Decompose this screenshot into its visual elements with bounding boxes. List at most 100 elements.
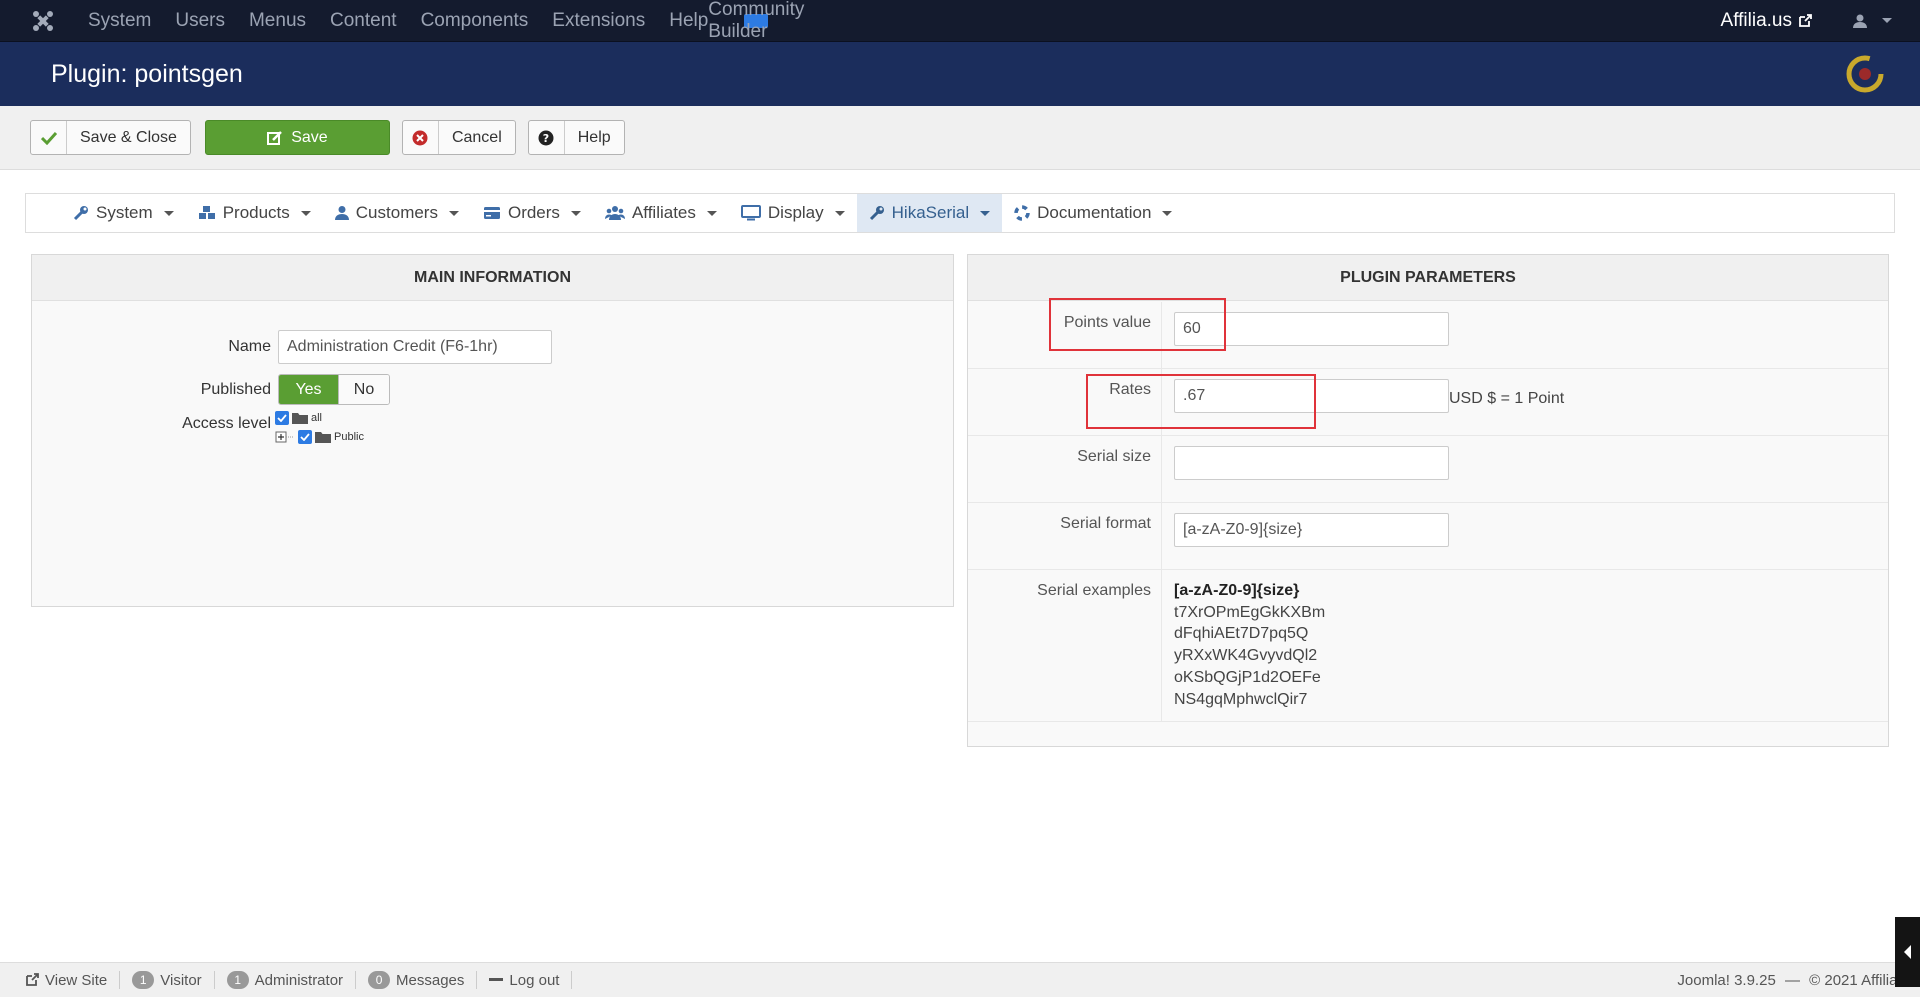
- monitor-icon: [740, 205, 761, 221]
- question-circle-icon: ?: [529, 121, 565, 154]
- visitor-label: Visitor: [160, 971, 202, 989]
- chevron-down-icon: [300, 210, 311, 216]
- cm-products-label: Products: [222, 203, 290, 222]
- chevron-down-icon: [980, 210, 991, 216]
- page-header: Plugin: pointsgen: [0, 42, 1920, 106]
- cm-products[interactable]: Products: [186, 194, 323, 232]
- wrench-icon: [73, 206, 88, 221]
- check-icon: [31, 121, 67, 154]
- chevron-down-icon: [834, 210, 845, 216]
- serial-size-row: Serial size: [968, 436, 1888, 503]
- access-all-node: all: [275, 411, 364, 425]
- serial-format-label-cell: Serial format: [968, 503, 1162, 569]
- save-button[interactable]: Save: [204, 120, 390, 155]
- version-label: Joomla! 3.9.25: [1677, 971, 1776, 989]
- logout-link[interactable]: Log out: [477, 971, 573, 989]
- cubes-icon: [198, 206, 215, 219]
- cm-orders[interactable]: Orders: [471, 194, 593, 232]
- user-icon: [334, 206, 349, 220]
- external-link-icon: [1799, 13, 1812, 27]
- expand-plus-icon[interactable]: [275, 431, 295, 443]
- admin-topbar: System Users Menus Content Components Ex…: [0, 0, 1920, 42]
- serial-format-label: Serial format: [1060, 515, 1151, 532]
- access-all-checkbox[interactable]: [275, 411, 289, 425]
- help-label: Help: [577, 128, 611, 146]
- cm-customers-label: Customers: [355, 203, 438, 222]
- menu-content[interactable]: Content: [318, 10, 409, 32]
- chevron-down-icon: [706, 210, 717, 216]
- cm-customers[interactable]: Customers: [323, 194, 471, 232]
- help-button[interactable]: ? Help: [527, 120, 625, 155]
- serial-examples-label: Serial examples: [1037, 582, 1151, 599]
- serial-examples-label-cell: Serial examples: [968, 570, 1162, 721]
- top-menu: System Users Menus Content Components Ex…: [76, 0, 804, 42]
- edit-icon: [267, 130, 283, 145]
- menu-users[interactable]: Users: [163, 10, 237, 32]
- serial-example: t7XrOPmEgGkKXBm: [1174, 603, 1326, 621]
- menu-menus[interactable]: Menus: [237, 10, 318, 32]
- menu-system[interactable]: System: [76, 10, 163, 32]
- name-row: Name Administration Credit (F6-1hr): [32, 330, 552, 364]
- access-level-row: Access level all Public: [32, 411, 364, 444]
- cm-display[interactable]: Display: [729, 194, 857, 232]
- visitors-link[interactable]: 1 Visitor: [120, 971, 215, 989]
- cancel-label: Cancel: [451, 128, 502, 146]
- chevron-down-icon: [448, 210, 459, 216]
- side-panel-toggle[interactable]: [1895, 917, 1920, 987]
- serial-format-input[interactable]: [a-zA-Z0-9]{size}: [1174, 513, 1449, 547]
- menu-community-builder[interactable]: Community Builder: [708, 0, 804, 42]
- view-site-link[interactable]: View Site: [13, 971, 121, 989]
- wrench-icon: [869, 206, 884, 221]
- rates-highlight-box: [1086, 374, 1316, 429]
- name-label: Name: [228, 338, 271, 355]
- cm-documentation[interactable]: Documentation: [1002, 194, 1184, 232]
- joomla-logo-icon[interactable]: [28, 6, 58, 36]
- serial-size-label-cell: Serial size: [968, 436, 1162, 502]
- cm-hikaserial[interactable]: HikaSerial: [856, 194, 1003, 232]
- menu-components[interactable]: Components: [409, 10, 541, 32]
- published-no-button[interactable]: No: [338, 375, 389, 404]
- site-link[interactable]: Affilia.us: [1721, 10, 1812, 32]
- published-yes-button[interactable]: Yes: [279, 375, 338, 404]
- serial-example: NS4gqMphwclQir7: [1174, 690, 1308, 708]
- menu-extensions[interactable]: Extensions: [540, 10, 657, 32]
- page-title: Plugin: pointsgen: [51, 59, 243, 88]
- footer-copyright: Joomla! 3.9.25 — © 2021 Affilia.u: [1677, 972, 1910, 989]
- topbar-right: Affilia.us: [1721, 10, 1892, 32]
- save-label: Save: [291, 128, 328, 146]
- serial-examples-row: Serial examples [a-zA-Z0-9]{size} t7XrOP…: [968, 570, 1888, 722]
- chevron-down-icon: [1882, 18, 1892, 23]
- cancel-button[interactable]: Cancel: [401, 120, 516, 155]
- cm-orders-label: Orders: [507, 203, 560, 222]
- messages-link[interactable]: 0 Messages: [356, 971, 478, 989]
- rates-suffix: USD $ = 1 Point: [1449, 390, 1565, 407]
- serial-size-input[interactable]: [1174, 446, 1449, 480]
- access-public-node: Public: [275, 430, 364, 444]
- life-ring-icon: [1014, 205, 1030, 221]
- serial-size-label: Serial size: [1077, 448, 1151, 465]
- access-level-tree: all Public: [275, 411, 364, 444]
- name-input[interactable]: Administration Credit (F6-1hr): [278, 330, 552, 364]
- access-level-label: Access level: [182, 415, 271, 432]
- user-menu[interactable]: [1852, 13, 1892, 29]
- toolbar: Save & Close Save Cancel ? Help: [0, 106, 1920, 170]
- serial-example: oKSbQGjP1d2OEFe: [1174, 668, 1321, 686]
- save-close-button[interactable]: Save & Close: [30, 120, 191, 155]
- cm-documentation-label: Documentation: [1037, 203, 1152, 222]
- site-link-label: Affilia.us: [1720, 9, 1792, 31]
- access-public-checkbox[interactable]: [298, 430, 312, 444]
- credit-card-icon: [483, 207, 500, 219]
- user-icon: [1853, 14, 1867, 28]
- main-information-title: MAIN INFORMATION: [32, 255, 953, 301]
- logout-label: Log out: [509, 971, 560, 989]
- administrators-link[interactable]: 1 Administrator: [215, 971, 357, 989]
- view-site-label: View Site: [45, 971, 108, 989]
- serial-format-field: [a-zA-Z0-9]{size}: [1174, 513, 1449, 547]
- folder-icon: [315, 432, 331, 443]
- messages-label: Messages: [396, 971, 465, 989]
- serial-examples-list: [a-zA-Z0-9]{size} t7XrOPmEgGkKXBm dFqhiA…: [1174, 580, 1325, 710]
- admin-label: Administrator: [254, 971, 344, 989]
- cm-affiliates[interactable]: Affiliates: [593, 194, 729, 232]
- cm-system[interactable]: System: [61, 194, 186, 232]
- points-value-highlight-box: [1049, 298, 1226, 351]
